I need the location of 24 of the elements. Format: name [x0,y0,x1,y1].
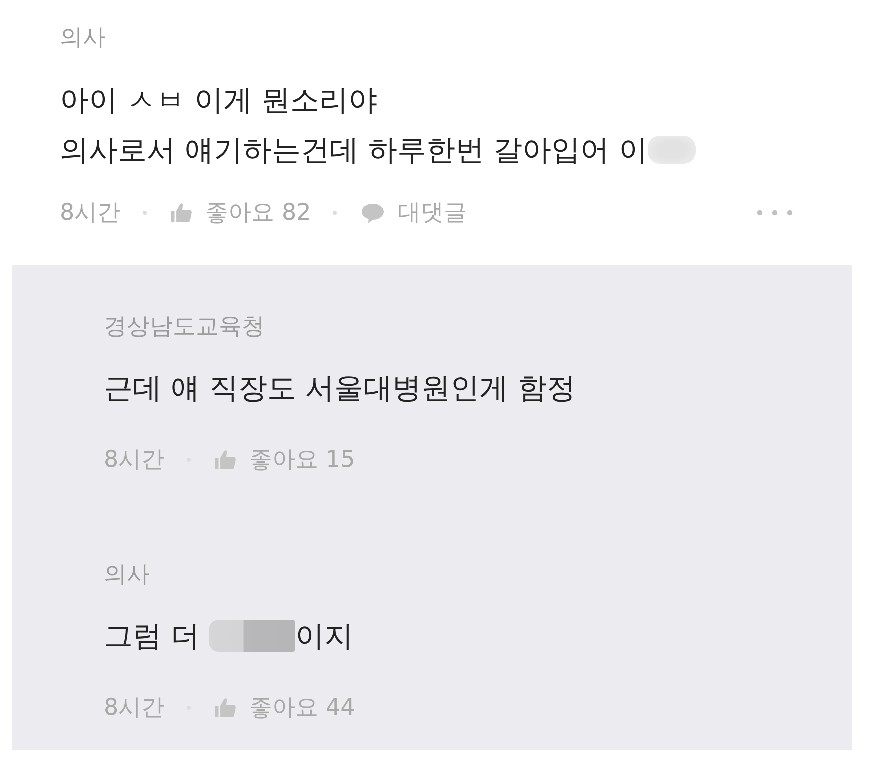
like-button[interactable]: 좋아요 15 [214,445,356,475]
comment-text: 의사로서 얘기하는건데 하루한번 갈아입어 이 [60,132,648,169]
reply-button[interactable]: 대댓글 [361,198,468,228]
comment-text: 이지 [295,618,354,655]
comment-text: 그럼 더 [104,618,202,655]
thumbs-up-icon [214,698,237,718]
timestamp: 8시간 [60,199,121,228]
separator-dot-icon [333,211,338,215]
author-name: 의사 [60,24,106,52]
comment-text: 근데 얘 직장도 서울대병원인게 함정 [104,370,576,407]
like-button[interactable]: 좋아요 82 [170,198,312,228]
more-icon [757,210,793,216]
thumbs-up-icon [214,450,237,470]
timestamp: 8시간 [104,446,165,475]
author-name: 의사 [104,561,150,589]
author-name: 경상남도교육청 [104,313,265,341]
comment-text: 아이 ㅅㅂ 이게 뭔소리야 [60,82,378,119]
timestamp: 8시간 [104,694,165,723]
thumbs-up-icon [170,203,193,223]
redaction-blur [648,136,696,164]
like-button[interactable]: 좋아요 44 [214,693,356,723]
more-button[interactable] [757,210,793,216]
separator-dot-icon [142,211,147,215]
speech-bubble-icon [361,202,386,224]
